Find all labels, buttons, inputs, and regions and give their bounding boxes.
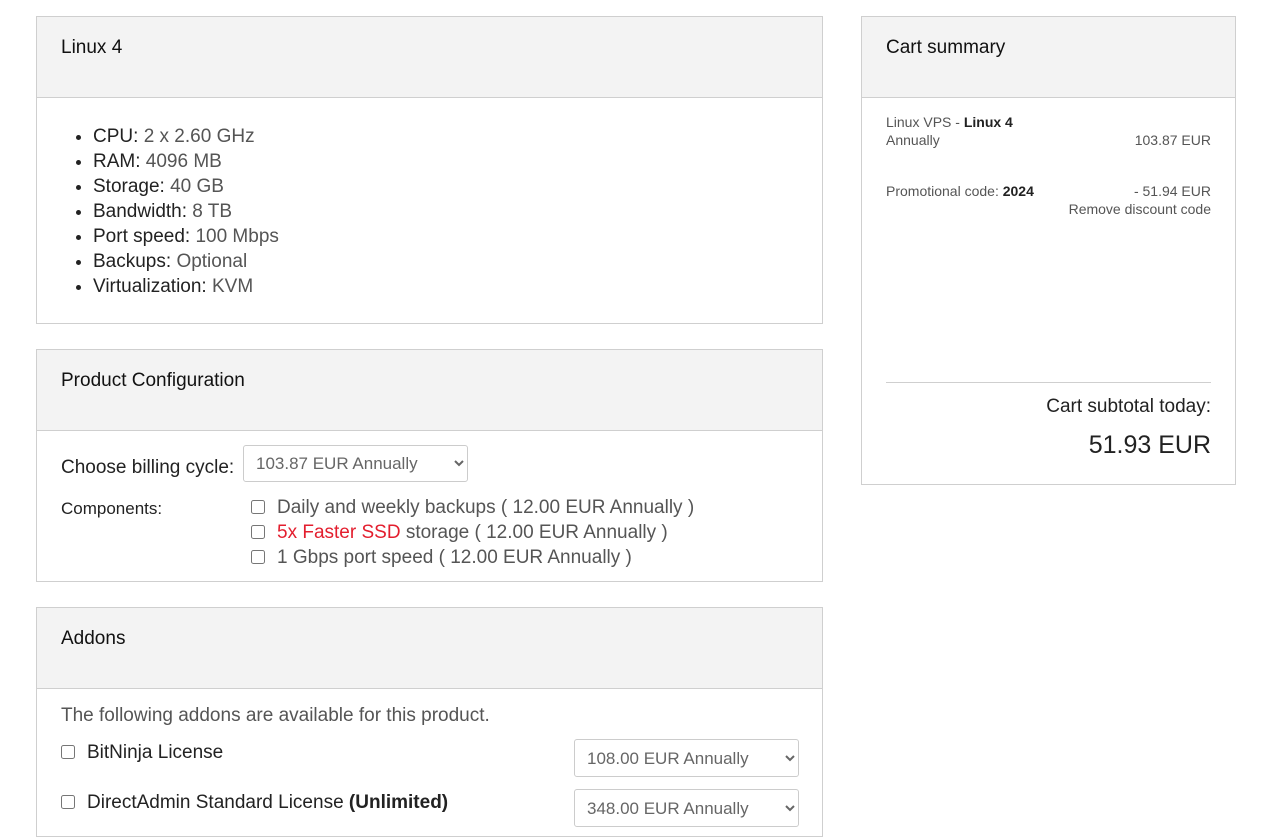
billing-cycle-label: Choose billing cycle: bbox=[61, 457, 235, 478]
addon-bitninja-checkbox[interactable] bbox=[61, 745, 75, 759]
subtotal-value: 51.93 EUR bbox=[1088, 431, 1211, 459]
component-ssd-checkbox[interactable] bbox=[251, 525, 265, 539]
addon-bitninja[interactable]: BitNinja License bbox=[61, 742, 223, 764]
addons-panel: Addons The following addons are availabl… bbox=[36, 607, 823, 837]
spec-item: Bandwidth: 8 TB bbox=[93, 199, 822, 224]
components-list: Daily and weekly backups ( 12.00 EUR Ann… bbox=[251, 495, 694, 570]
cart-summary-panel: Cart summary Linux VPS - Linux 4 Annuall… bbox=[861, 16, 1236, 485]
configuration-title: Product Configuration bbox=[37, 350, 822, 431]
addon-directadmin-checkbox[interactable] bbox=[61, 795, 75, 809]
promo-code-label: Promotional code: 2024 bbox=[886, 183, 1034, 199]
product-title: Linux 4 bbox=[37, 17, 822, 98]
addons-intro: The following addons are available for t… bbox=[61, 705, 490, 726]
billing-cycle-select[interactable]: 103.87 EUR Annually bbox=[243, 445, 468, 482]
spec-item: RAM: 4096 MB bbox=[93, 149, 822, 174]
component-port-speed[interactable]: 1 Gbps port speed ( 12.00 EUR Annually ) bbox=[251, 545, 694, 570]
promo-amount: - 51.94 EUR bbox=[1133, 183, 1211, 199]
spec-item: Virtualization: KVM bbox=[93, 274, 822, 299]
cart-item-name: Linux VPS - Linux 4 bbox=[886, 114, 1013, 130]
addon-directadmin-select[interactable]: 348.00 EUR Annually bbox=[574, 789, 799, 827]
spec-item: Port speed: 100 Mbps bbox=[93, 224, 822, 249]
cart-item-cycle: Annually bbox=[886, 132, 940, 148]
spec-list: CPU: 2 x 2.60 GHz RAM: 4096 MB Storage: … bbox=[37, 98, 822, 299]
component-port-speed-checkbox[interactable] bbox=[251, 550, 265, 564]
cart-item-price: 103.87 EUR bbox=[1134, 132, 1211, 148]
spec-item: CPU: 2 x 2.60 GHz bbox=[93, 124, 822, 149]
ssd-highlight: 5x Faster SSD bbox=[277, 522, 401, 543]
remove-discount-link[interactable]: Remove discount code bbox=[1069, 201, 1211, 217]
product-panel: Linux 4 CPU: 2 x 2.60 GHz RAM: 4096 MB S… bbox=[36, 16, 823, 324]
component-ssd[interactable]: 5x Faster SSD storage ( 12.00 EUR Annual… bbox=[251, 520, 694, 545]
addons-title: Addons bbox=[37, 608, 822, 689]
addon-directadmin[interactable]: DirectAdmin Standard License (Unlimited) bbox=[61, 792, 448, 814]
cart-divider bbox=[886, 382, 1211, 383]
spec-item: Backups: Optional bbox=[93, 249, 822, 274]
cart-title: Cart summary bbox=[862, 17, 1235, 98]
components-label: Components: bbox=[61, 499, 163, 518]
subtotal-label: Cart subtotal today: bbox=[1046, 396, 1211, 417]
addon-bitninja-select[interactable]: 108.00 EUR Annually bbox=[574, 739, 799, 777]
component-backups[interactable]: Daily and weekly backups ( 12.00 EUR Ann… bbox=[251, 495, 694, 520]
spec-item: Storage: 40 GB bbox=[93, 174, 822, 199]
component-backups-checkbox[interactable] bbox=[251, 500, 265, 514]
configuration-panel: Product Configuration Choose billing cyc… bbox=[36, 349, 823, 582]
